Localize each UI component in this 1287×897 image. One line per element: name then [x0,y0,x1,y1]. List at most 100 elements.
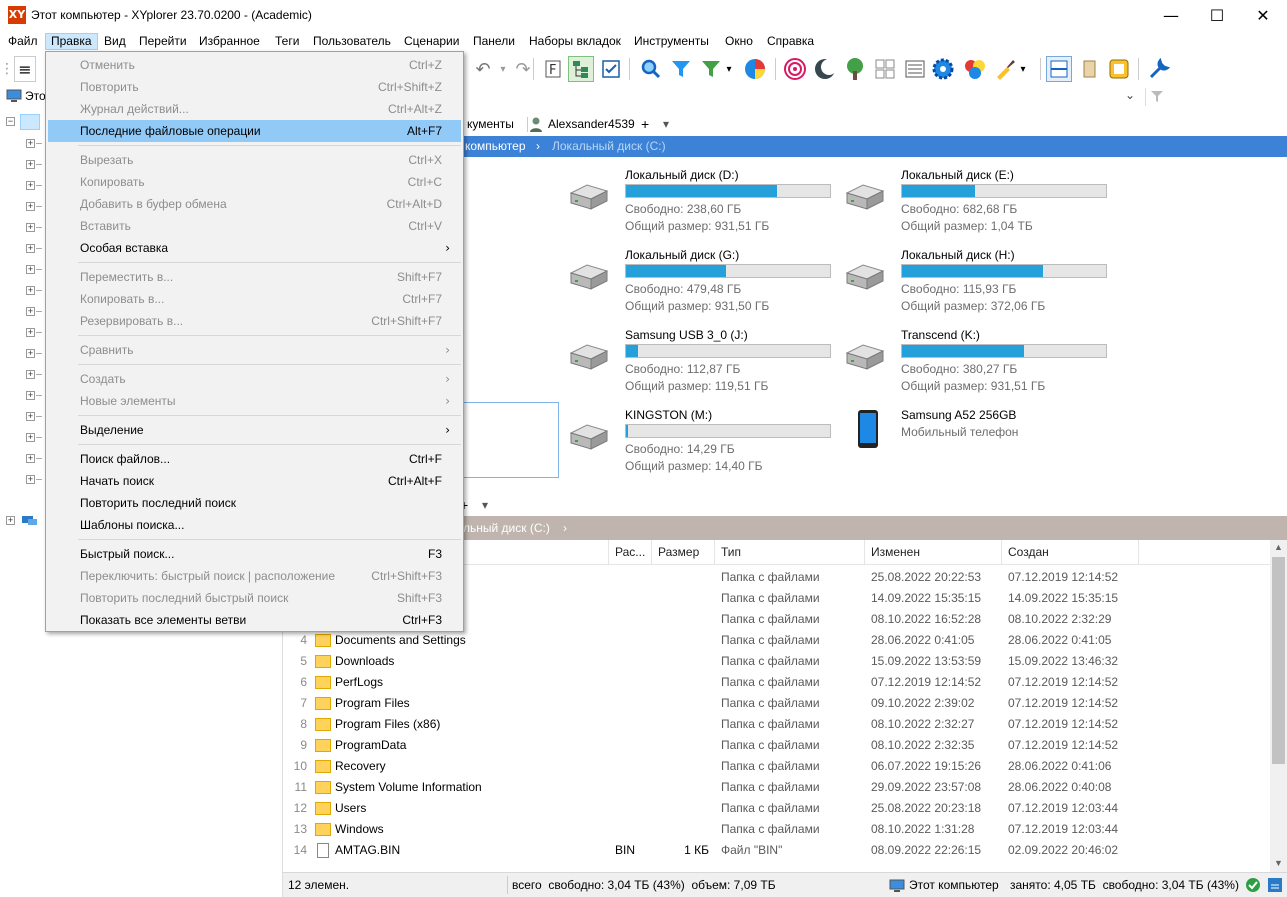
edit-menu-item[interactable]: Копировать в... Ctrl+F7 [48,288,461,310]
info-panel-icon[interactable] [1106,56,1132,82]
edit-menu-item[interactable]: Шаблоны поиска... [48,514,461,536]
tab-documents[interactable]: кументы [461,113,520,136]
edit-menu-item[interactable]: Начать поиск Ctrl+Alt+F [48,470,461,492]
drive-item[interactable]: Локальный диск (G:) Свободно: 479,48 ГБ Об… [567,245,843,321]
edit-menu-item[interactable]: Поиск файлов... Ctrl+F [48,448,461,470]
menu-3[interactable]: Перейти [134,33,192,50]
menu-1[interactable]: Правка [45,33,98,50]
table-row[interactable]: 7 Program Files Папка с файлами 09.10.2022 … [283,693,1268,714]
tab-user[interactable]: Alexsander4539 [542,113,641,136]
table-row[interactable]: 6 PerfLogs Папка с файлами 07.12.2019 12:14… [283,672,1268,693]
dual-pane-icon[interactable] [1046,56,1072,82]
drive-item[interactable]: Локальный диск (E:) Свободно: 682,68 ГБ Об… [843,165,1119,241]
edit-menu-item[interactable]: Переместить в... Shift+F7 [48,266,461,288]
gear-icon[interactable] [930,56,956,82]
search-icon[interactable] [638,56,664,82]
tree-expander[interactable]: + [26,181,35,190]
edit-menu-item[interactable]: Последние файловые операции Alt+F7 [48,120,461,142]
edit-menu-item[interactable]: Сравнить › [48,339,461,361]
minimize-button[interactable]: — [1148,0,1194,31]
edit-menu-item[interactable]: Создать › [48,368,461,390]
filter-icon[interactable] [1150,89,1164,106]
tree-expander[interactable]: + [26,433,35,442]
table-row[interactable]: 5 Downloads Папка с файлами 15.09.2022 13:5… [283,651,1268,672]
tree-expander-root[interactable]: − [6,117,15,126]
table-row[interactable]: 12 Users Папка с файлами 25.08.2022 20:23:1… [283,798,1268,819]
green-filter-icon[interactable] [698,56,724,82]
column-header-4[interactable]: Изменен [865,540,1002,565]
checkbox-icon[interactable] [598,56,624,82]
menu-0[interactable]: Файл [3,33,43,50]
chevron-down-icon[interactable]: ⌄ [1125,88,1135,102]
scroll-up-icon[interactable]: ▲ [1274,542,1283,552]
menu-10[interactable]: Инструменты [629,33,714,50]
chevron-down-icon[interactable]: ▾ [722,56,736,82]
edit-menu-item[interactable]: Добавить в буфер обмена Ctrl+Alt+D [48,193,461,215]
edit-menu-item[interactable]: Журнал действий... Ctrl+Alt+Z [48,98,461,120]
tree-expander[interactable]: + [26,202,35,211]
tree-icon[interactable] [842,56,868,82]
filter-icon[interactable] [668,56,694,82]
table-row[interactable]: 11 System Volume Information Папка с файла… [283,777,1268,798]
moon-icon[interactable] [812,56,838,82]
edit-menu-item[interactable]: Вырезать Ctrl+X [48,149,461,171]
edit-menu-item[interactable]: Повторить последний быстрый поиск Shift+F… [48,587,461,609]
menu-8[interactable]: Панели [468,33,520,50]
breadcrumb-computer[interactable]: компьютер [465,136,526,157]
tree-expander[interactable]: + [26,307,35,316]
new-tab-button[interactable]: + [635,113,655,136]
preview-pane-icon[interactable] [1076,56,1102,82]
maximize-button[interactable]: ☐ [1194,0,1240,31]
edit-menu-item[interactable]: Повторить Ctrl+Shift+Z [48,76,461,98]
table-row[interactable]: 14 AMTAG.BIN BIN 1 КБ Файл "BIN" 08.09.2022 2… [283,840,1268,861]
menu-7[interactable]: Сценарии [399,33,464,50]
edit-menu-item[interactable]: Быстрый поиск... F3 [48,543,461,565]
drive-item[interactable]: Transcend (K:) Свободно: 380,27 ГБ Общий р… [843,325,1119,401]
tree-root-label[interactable]: Это [25,89,46,103]
menu-9[interactable]: Наборы вкладок [524,33,626,50]
menu-4[interactable]: Избранное [194,33,265,50]
edit-menu-item[interactable]: Повторить последний поиск [48,492,461,514]
colors-icon[interactable] [962,56,988,82]
table-row[interactable]: 8 Program Files (x86) Папка с файлами 08.10… [283,714,1268,735]
drive-item[interactable]: Samsung USB 3_0 (J:) Свободно: 112,87 ГБ О… [567,325,843,401]
tab-list-dropdown[interactable]: ▾ [657,113,675,136]
tree-expander[interactable]: + [26,391,35,400]
tree-expander[interactable]: + [26,265,35,274]
drive-item[interactable]: Samsung A52 256GB Мобильный телефон [843,405,1119,481]
drive-item[interactable]: Локальный диск (D:) Свободно: 238,60 ГБ Об… [567,165,843,241]
drive-item[interactable]: Локальный диск (H:) Свободно: 115,93 ГБ Об… [843,245,1119,321]
tree-expander[interactable]: + [26,328,35,337]
table-row[interactable]: 9 ProgramData Папка с файлами 08.10.2022 2:… [283,735,1268,756]
tree-expander[interactable]: + [26,349,35,358]
tab-list-dropdown[interactable]: ▾ [482,498,488,512]
drive-item[interactable]: KINGSTON (M:) Свободно: 14,29 ГБ Общий раз… [567,405,843,481]
undo-icon[interactable]: ↶ [470,56,496,82]
close-button[interactable]: ✕ [1240,0,1286,31]
pie-chart-icon[interactable] [742,56,768,82]
tree-expander-network[interactable]: + [6,516,15,525]
tree-expander[interactable]: + [26,475,35,484]
edit-menu-item[interactable]: Вставить Ctrl+V [48,215,461,237]
tree-expander[interactable]: + [26,412,35,421]
details-view-icon[interactable] [902,56,928,82]
column-header-3[interactable]: Тип [715,540,865,565]
column-header-1[interactable]: Рас... [609,540,652,565]
spiral-icon[interactable] [782,56,808,82]
column-header-2[interactable]: Размер [652,540,715,565]
tree-view-icon[interactable] [568,56,594,82]
edit-menu-item[interactable]: Переключить: быстрый поиск | расположени… [48,565,461,587]
edit-menu-item[interactable]: Резервировать в... Ctrl+Shift+F7 [48,310,461,332]
edit-menu-item[interactable]: Отменить Ctrl+Z [48,54,461,76]
tree-expander[interactable]: + [26,223,35,232]
chevron-down-icon[interactable]: ▾ [1016,56,1030,82]
chevron-down-icon[interactable]: ▾ [496,56,510,82]
menu-2[interactable]: Вид [99,33,131,50]
edit-menu-item[interactable]: Особая вставка › [48,237,461,259]
column-header-5[interactable]: Создан [1002,540,1139,565]
tree-expander[interactable]: + [26,370,35,379]
menu-icon[interactable]: ≡ [14,56,36,82]
table-row[interactable]: 4 Documents and Settings Папка с файлами 28… [283,630,1268,651]
breadcrumb-drive-c[interactable]: Локальный диск (C:) [552,136,666,157]
filter-f-icon[interactable]: F [540,56,566,82]
